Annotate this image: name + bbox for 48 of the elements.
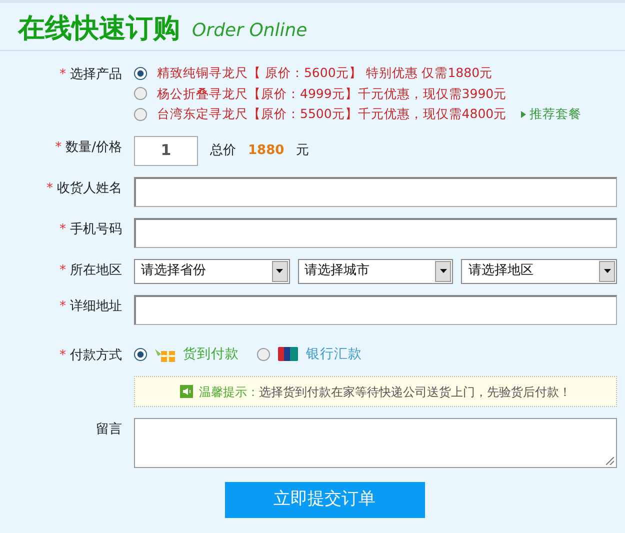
page-subtitle: Order Online [192, 22, 308, 42]
caret-icon [604, 269, 611, 273]
required-mark: * [60, 66, 66, 84]
caret-icon [440, 269, 447, 273]
message-textarea[interactable] [134, 418, 617, 468]
bank-card-icon [278, 347, 298, 362]
radio-button[interactable] [134, 87, 147, 100]
field-label: 选择产品 [70, 66, 122, 84]
radio-button[interactable] [257, 348, 270, 361]
required-mark: * [60, 298, 66, 316]
dropdown-select[interactable]: 请选择地区 [461, 258, 618, 284]
field-label: 付款方式 [70, 346, 122, 364]
field-label: 收货人姓名 [57, 180, 122, 198]
payment-option-text: 银行汇款 [306, 345, 362, 364]
radio-button[interactable] [134, 66, 147, 80]
input-field[interactable] [134, 294, 617, 324]
product-option-text: 杨公折叠寻龙尺【原价：4999元】千元优惠，现仅需3990元 [157, 84, 507, 102]
product-option-text: 精致纯铜寻龙尺【 原价：5600元】 特别优惠 仅需1880元 [157, 64, 493, 82]
total-label: 总价 [210, 142, 236, 160]
required-mark: * [60, 220, 66, 238]
caret-icon [276, 269, 284, 273]
tip-title: 温馨提示： [199, 384, 259, 400]
resize-handle-icon [606, 457, 614, 465]
field-label: 所在地区 [70, 262, 122, 280]
triangle-icon [520, 110, 526, 118]
dropdown-select[interactable]: 请选择省份 [134, 258, 290, 284]
product-option-text: 台湾东定寻龙尺【原价：5500元】千元优惠，现仅需4800元 [157, 105, 507, 123]
page-title: 在线快速订购 [18, 15, 180, 42]
field-label: 手机号码 [70, 220, 122, 238]
speaker-icon [180, 385, 193, 398]
field-label: 详细地址 [70, 298, 122, 316]
radio-button[interactable] [134, 108, 147, 121]
input-field[interactable] [134, 218, 617, 248]
required-mark: * [46, 180, 53, 198]
tip-text: 选择货到付款在家等待快递公司送货上门，先验货后付款！ [259, 384, 571, 400]
input-field[interactable] [134, 176, 617, 206]
field-label: 留言 [96, 421, 122, 439]
radio-button[interactable] [134, 348, 147, 361]
package-icon [155, 346, 175, 362]
field-label: 数量/价格 [66, 138, 122, 156]
required-mark: * [55, 138, 62, 156]
currency-unit: 元 [296, 142, 310, 160]
dropdown-select[interactable]: 请选择城市 [298, 258, 454, 284]
quantity-field[interactable]: 1 [134, 136, 198, 166]
total-price: 1880 [248, 142, 284, 160]
required-mark: * [60, 346, 66, 364]
required-mark: * [60, 262, 66, 280]
payment-option-text: 货到付款 [183, 345, 239, 364]
